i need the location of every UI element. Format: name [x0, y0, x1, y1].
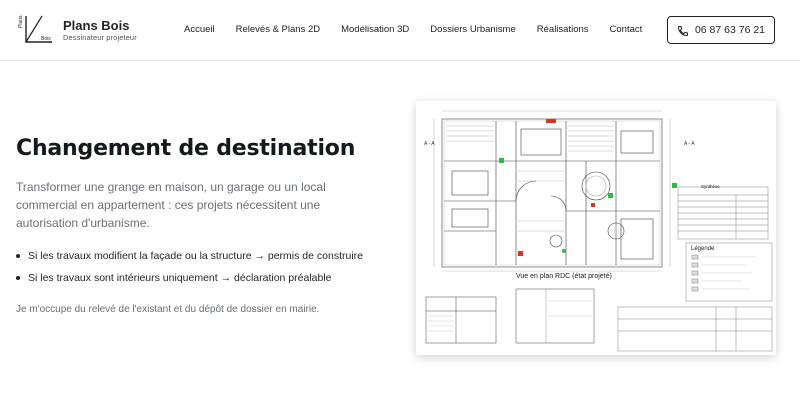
nav-item-releves-plans-2d[interactable]: Relevés & Plans 2D: [236, 24, 320, 35]
list-item: Si les travaux sont intérieurs uniquemen…: [16, 267, 363, 289]
nav-item-modelisation-3d[interactable]: Modélisation 3D: [341, 24, 409, 35]
phone-button[interactable]: 06 87 63 76 21: [667, 16, 775, 44]
site-header: Plans Bois Plans Bois Dessinateur projet…: [0, 0, 800, 61]
plan-legend-title: Légende: [691, 246, 715, 252]
nav-item-realisations[interactable]: Réalisations: [537, 24, 589, 35]
bullet-icon: [16, 276, 20, 280]
bullet-text: Si les travaux modifient la façade ou la…: [28, 250, 363, 262]
floor-plan-drawing: A - A A - A: [424, 110, 773, 352]
logo-text-bottom: Bois: [41, 36, 51, 42]
bullet-list: Si les travaux modifient la façade ou la…: [16, 245, 363, 289]
brand-tagline: Dessinateur projeteur: [63, 33, 137, 42]
nav-item-contact[interactable]: Contact: [610, 24, 643, 35]
logo-text-top: Plans: [18, 15, 24, 28]
list-item: Si les travaux modifient la façade ou la…: [16, 245, 363, 267]
plan-caption: Vue en plan RDC (état projeté): [516, 273, 612, 280]
nav-item-accueil[interactable]: Accueil: [184, 24, 215, 35]
main-nav: Accueil Relevés & Plans 2D Modélisation …: [184, 24, 642, 35]
intro-paragraph: Transformer une grange en maison, un gar…: [16, 180, 326, 230]
house-outline-logo[interactable]: Plans Bois: [18, 14, 54, 44]
bullet-text: Si les travaux sont intérieurs uniquemen…: [28, 272, 332, 284]
section-label-left: A - A: [424, 141, 435, 147]
bullet-icon: [16, 254, 20, 258]
section-label-right: A - A: [684, 141, 695, 147]
page-title: Changement de destination: [16, 136, 356, 161]
nav-item-dossiers-urbanisme[interactable]: Dossiers Urbanisme: [430, 24, 516, 35]
phone-number: 06 87 63 76 21: [694, 24, 766, 36]
floor-plan-image[interactable]: A - A A - A Vue en plan RDC (état projet…: [416, 101, 776, 355]
service-note: Je m'occupe du relevé de l'existant et d…: [16, 304, 320, 315]
plan-synthese-title: Synthèse: [701, 184, 720, 189]
brand-name[interactable]: Plans Bois: [63, 18, 129, 33]
phone-icon: [677, 24, 689, 37]
